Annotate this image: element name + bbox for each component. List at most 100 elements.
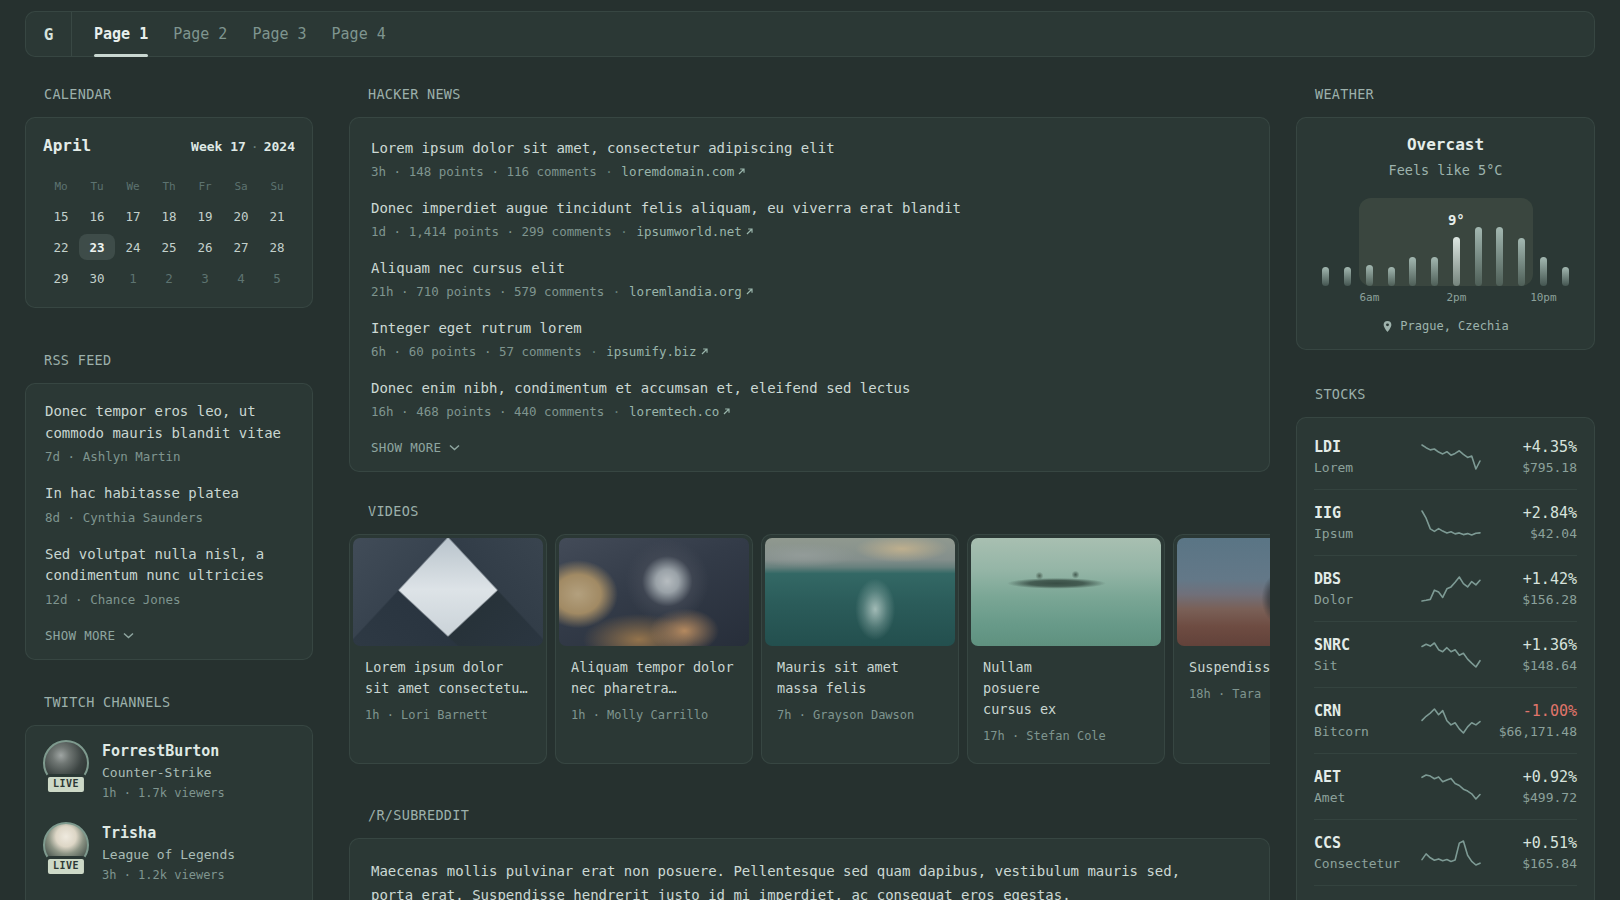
calendar-day: 21 — [259, 203, 295, 229]
news-item-title[interactable]: Integer eget rutrum lorem — [371, 318, 1248, 338]
rss-item-meta: 12d · Chance Jones — [45, 590, 293, 609]
news-item-title[interactable]: Donec imperdiet augue tincidunt felis al… — [371, 198, 1248, 218]
news-item-title[interactable]: Aliquam nec cursus elit — [371, 258, 1248, 278]
weather-bar-slot — [1402, 257, 1424, 286]
stock-row[interactable]: CRN Bitcorn -1.00% $66,171.48 — [1314, 688, 1577, 754]
stock-row[interactable]: LDI Lorem +4.35% $795.18 — [1314, 424, 1577, 490]
subreddit-heading: /R/SUBREDDIT — [368, 807, 1270, 823]
stock-values: +1.36% $148.64 — [1482, 634, 1577, 676]
stock-sparkline — [1420, 771, 1482, 803]
nav-tab[interactable]: Page 3 — [252, 12, 306, 56]
calendar-day: 18 — [151, 203, 187, 229]
calendar-day: 19 — [187, 203, 223, 229]
stock-sparkline — [1420, 441, 1482, 473]
video-card[interactable]: Nullam posuere cursus ex 17h · Stefan Co… — [967, 534, 1165, 764]
news-item-domain-link[interactable]: ipsumworld.net — [636, 224, 753, 239]
video-card[interactable]: Mauris sit amet massa felis 7h · Grayson… — [761, 534, 959, 764]
twitch-widget: TWITCH CHANNELS LIVE ForrestBurton Count… — [25, 694, 313, 900]
stock-row[interactable]: SNRC Sit +1.36% $148.64 — [1314, 622, 1577, 688]
show-more-button[interactable]: SHOW MORE — [371, 438, 1248, 457]
calendar-widget: CALENDAR April Week 17·2024 MoTuWeThFrSa… — [25, 86, 313, 308]
separator-dot: · — [605, 404, 628, 419]
news-item-title[interactable]: Donec enim nibh, condimentum et accumsan… — [371, 378, 1248, 398]
weather-chart: 9° — [1315, 198, 1576, 286]
stock-name: Lorem — [1314, 458, 1420, 478]
calendar-day: 28 — [259, 234, 295, 260]
video-title: Lorem ipsum dolor sit amet consectetu… — [365, 657, 531, 699]
news-item-domain-link[interactable]: loremlandia.org — [629, 284, 754, 299]
stock-row[interactable]: DBS Dolor +1.42% $156.28 — [1314, 556, 1577, 622]
stock-price: $42.04 — [1482, 524, 1577, 544]
weather-bar-slot — [1424, 257, 1446, 286]
weather-bar — [1322, 267, 1329, 286]
calendar-day: 24 — [115, 234, 151, 260]
news-item: Donec imperdiet augue tincidunt felis al… — [371, 198, 1248, 241]
video-card[interactable]: Lorem ipsum dolor sit amet consectetu… 1… — [349, 534, 547, 764]
app-logo[interactable]: G — [26, 12, 72, 56]
hacker-news-card: Lorem ipsum dolor sit amet, consectetur … — [349, 117, 1270, 472]
calendar-day-header: We — [115, 180, 151, 193]
rss-item[interactable]: Sed volutpat nulla nisl, a condimentum n… — [45, 544, 293, 609]
video-thumbnail — [1177, 538, 1270, 646]
weather-bar — [1540, 257, 1547, 286]
stock-price: $165.84 — [1482, 854, 1577, 874]
weather-bar — [1344, 267, 1351, 286]
weather-bar — [1518, 238, 1525, 286]
weather-bar — [1409, 257, 1416, 286]
stock-symbol: LDI — [1314, 436, 1420, 458]
news-item-domain-link[interactable]: loremtech.co — [629, 404, 731, 419]
stock-price: $66,171.48 — [1482, 722, 1577, 742]
news-item-domain-link[interactable]: ipsumify.biz — [606, 344, 708, 359]
channel-info: ForrestBurton Counter-Strike 1h · 1.7k v… — [102, 740, 225, 803]
show-more-button[interactable]: SHOW MORE — [45, 626, 293, 645]
stock-row[interactable]: CCS Consectetur +0.51% $165.84 — [1314, 820, 1577, 886]
separator-dot: · — [605, 284, 628, 299]
chevron-down-icon — [449, 444, 460, 451]
weather-bar — [1431, 257, 1438, 286]
channel-avatar-wrap: LIVE — [43, 740, 89, 786]
weather-card: Overcast Feels like 5°C 9° 6am2pm10pm Pr… — [1296, 117, 1595, 350]
weather-condition: Overcast — [1314, 135, 1577, 155]
location-pin-icon — [1382, 320, 1393, 333]
calendar-day: 17 — [115, 203, 151, 229]
twitch-channel[interactable]: LIVE ForrestBurton Counter-Strike 1h · 1… — [43, 740, 295, 803]
stock-change: +0.92% — [1482, 766, 1577, 788]
video-card[interactable]: Aliquam tempor dolor nec pharetra… 1h · … — [555, 534, 753, 764]
channel-name: ForrestBurton — [102, 740, 225, 762]
twitch-channel[interactable]: LIVE Trisha League of Legends 3h · 1.2k … — [43, 822, 295, 885]
weather-bar — [1366, 265, 1373, 286]
post-title[interactable]: Maecenas mollis pulvinar erat non posuer… — [371, 859, 1223, 900]
hacker-news-widget: HACKER NEWS Lorem ipsum dolor sit amet, … — [349, 86, 1270, 472]
stock-change: +2.84% — [1482, 502, 1577, 524]
video-thumbnail — [765, 538, 955, 646]
video-info: Lorem ipsum dolor sit amet consectetu… 1… — [353, 646, 543, 739]
stock-id: LDI Lorem — [1314, 436, 1420, 478]
dashboard-page: G Page 1 Page 2 Page 3 Page 4 CALENDAR Apri… — [0, 0, 1620, 900]
rss-item[interactable]: Donec tempor eros leo, ut commodo mauris… — [45, 401, 293, 466]
rss-item-meta: 8d · Cynthia Saunders — [45, 508, 293, 527]
nav-tab[interactable]: Page 1 — [94, 12, 148, 56]
video-card[interactable]: Suspendisse diam 18h · Tara — [1173, 534, 1270, 764]
subreddit-card: Maecenas mollis pulvinar erat non posuer… — [349, 838, 1270, 900]
stock-symbol: DBS — [1314, 568, 1420, 590]
stock-row[interactable]: AHS +0.46% — [1314, 886, 1577, 900]
nav-tab[interactable]: Page 2 — [173, 12, 227, 56]
stock-id: DBS Dolor — [1314, 568, 1420, 610]
rss-item[interactable]: In hac habitasse platea 8d · Cynthia Sau… — [45, 483, 293, 527]
right-column: WEATHER Overcast Feels like 5°C 9° 6am2p… — [1296, 86, 1595, 900]
stock-change: +1.42% — [1482, 568, 1577, 590]
stock-change: +0.51% — [1482, 832, 1577, 854]
news-item-title[interactable]: Lorem ipsum dolor sit amet, consectetur … — [371, 138, 1248, 158]
news-item-domain-link[interactable]: loremdomain.com — [621, 164, 746, 179]
external-link-icon — [745, 287, 754, 296]
weather-bar — [1475, 227, 1482, 286]
stock-row[interactable]: AET Amet +0.92% $499.72 — [1314, 754, 1577, 820]
video-info: Aliquam tempor dolor nec pharetra… 1h · … — [559, 646, 749, 739]
channel-avatar-wrap: LIVE — [43, 822, 89, 868]
separator-dot: · — [613, 224, 636, 239]
video-title: Nullam posuere cursus ex — [983, 657, 1083, 720]
calendar-header: April Week 17·2024 — [43, 135, 295, 158]
stock-sparkline — [1420, 507, 1482, 539]
nav-tab[interactable]: Page 4 — [332, 12, 386, 56]
stock-row[interactable]: IIG Ipsum +2.84% $42.04 — [1314, 490, 1577, 556]
